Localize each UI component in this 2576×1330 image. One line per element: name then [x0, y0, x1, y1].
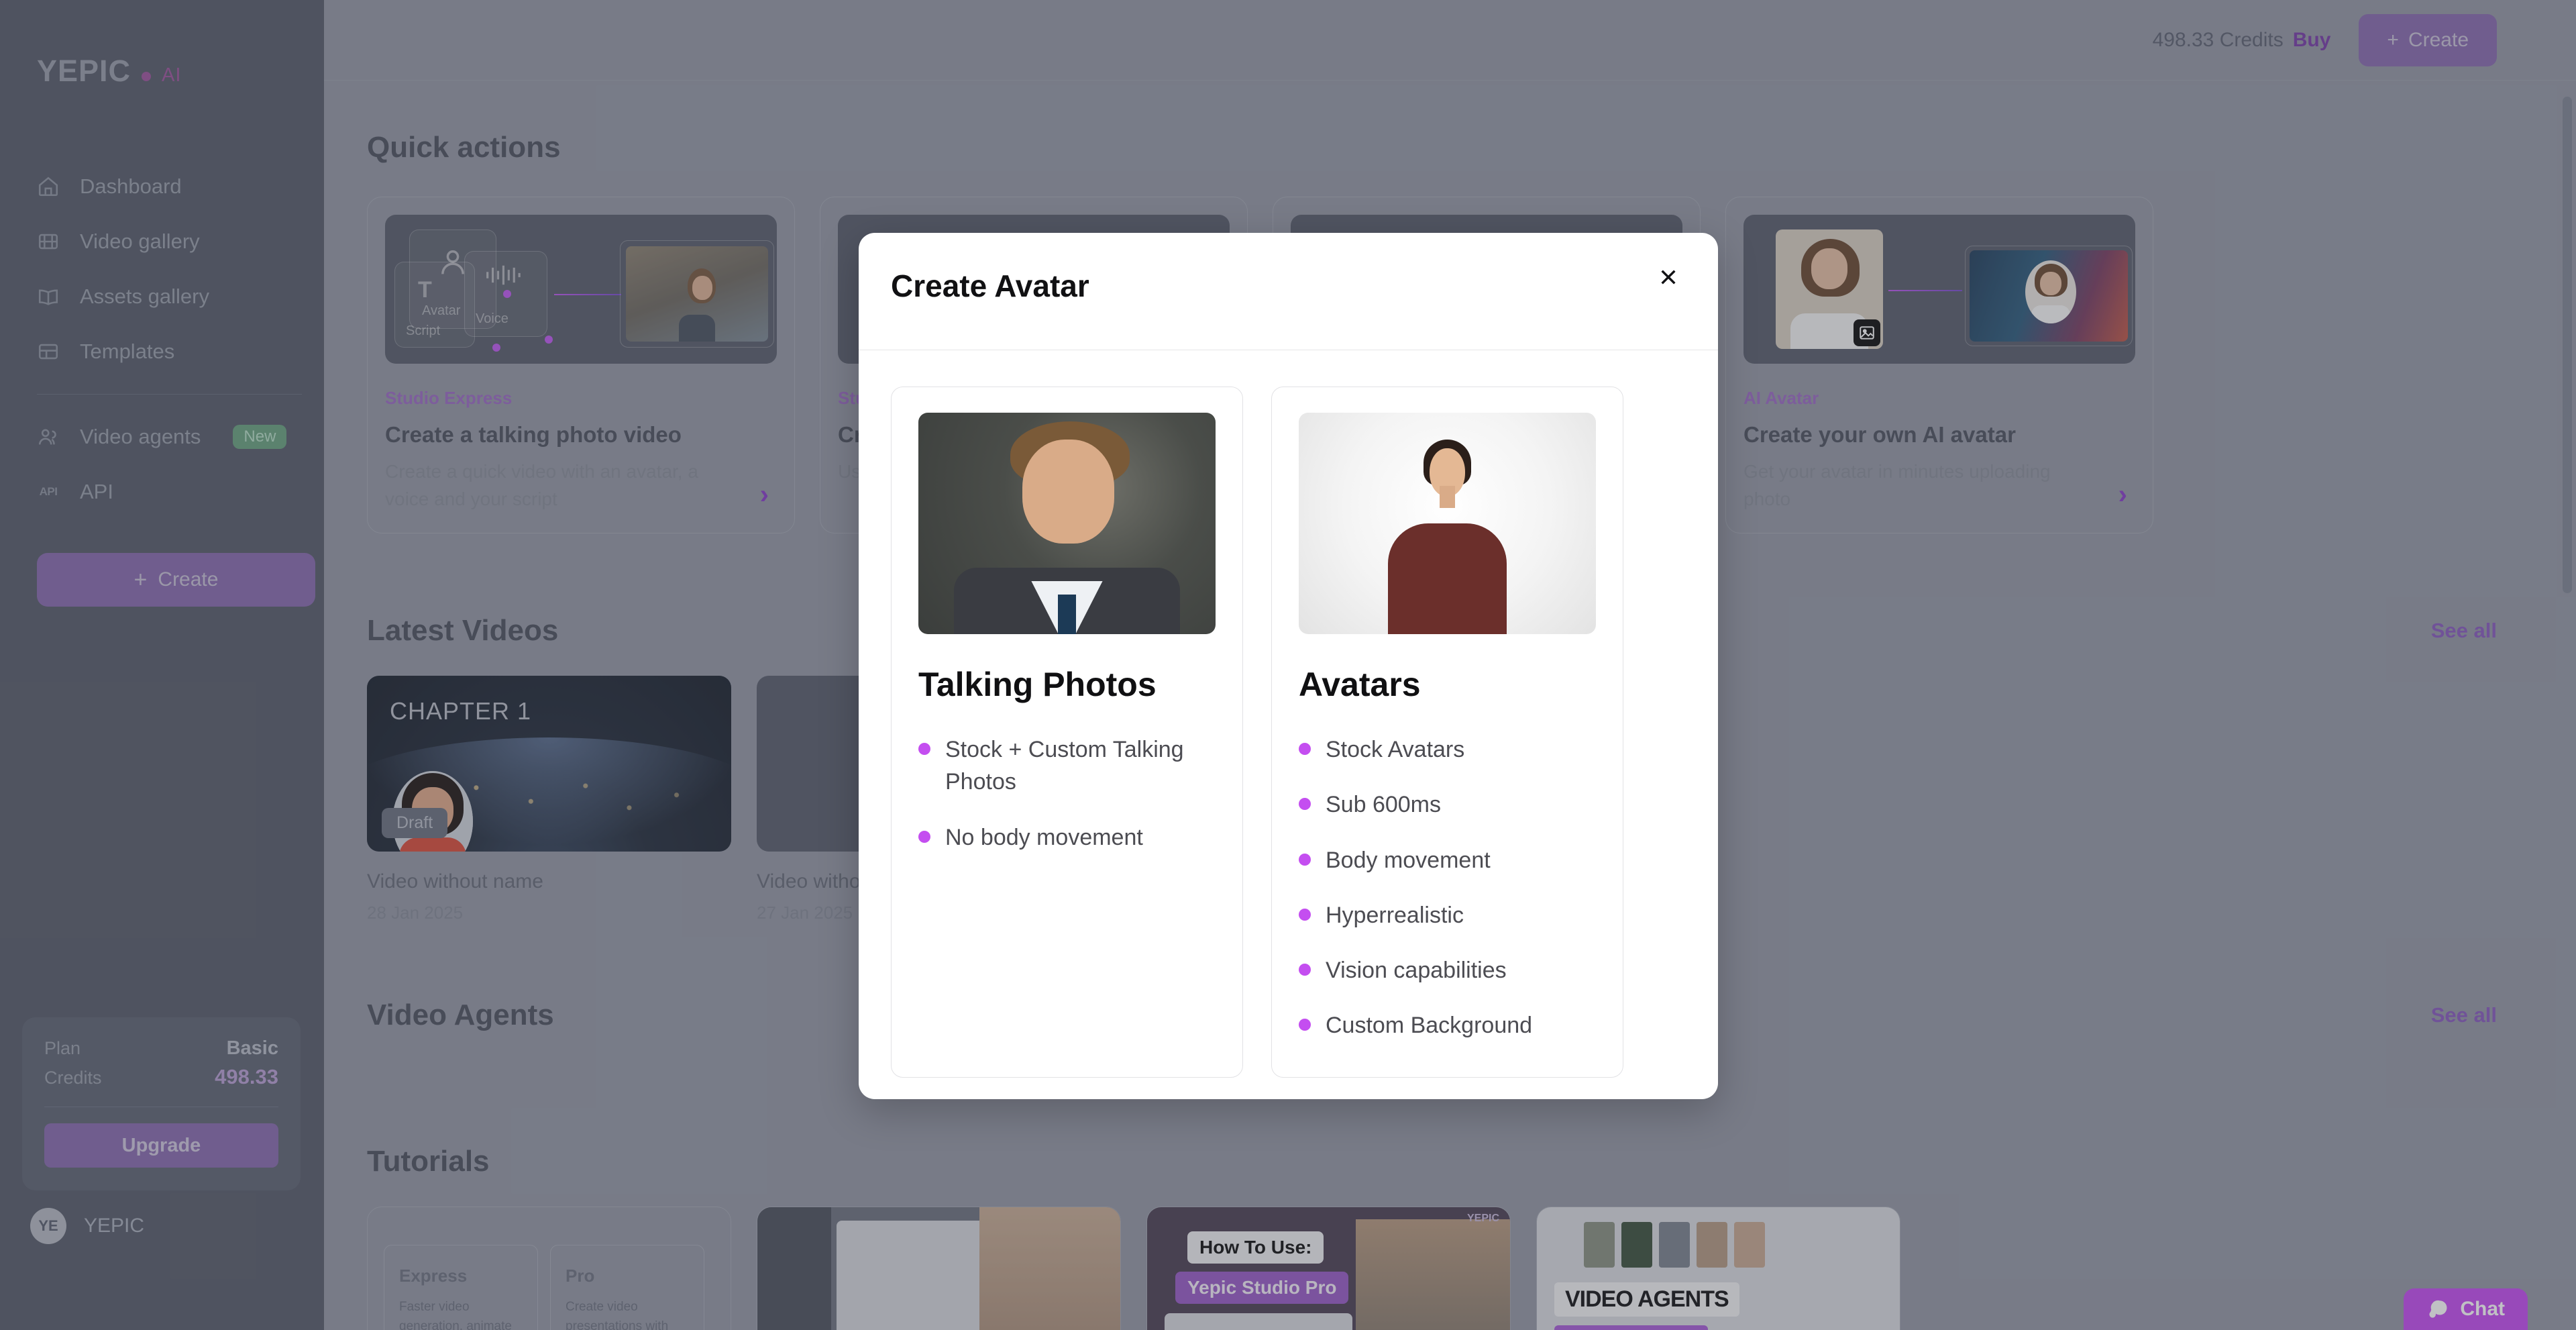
option-title: Avatars — [1299, 666, 1421, 703]
option-card-talking-photos[interactable]: Talking Photos Stock + Custom Talking Ph… — [891, 387, 1243, 1078]
feature-label: Custom Background — [1326, 1013, 1533, 1039]
feature-label: Stock Avatars — [1326, 737, 1465, 762]
option-title: Talking Photos — [918, 666, 1157, 703]
avatars-preview-image — [1299, 413, 1596, 634]
close-icon[interactable] — [1650, 258, 1687, 296]
feature-label: Sub 600ms — [1326, 792, 1441, 818]
talking-photos-preview-image — [918, 413, 1216, 634]
feature-label: Vision capabilities — [1326, 958, 1507, 984]
option-card-avatars[interactable]: Avatars Stock Avatars Sub 600ms Body mov… — [1271, 387, 1623, 1078]
bullet-icon — [918, 830, 930, 843]
feature-item: No body movement — [918, 821, 1216, 854]
male-portrait-face — [1022, 439, 1115, 544]
bullet-icon — [1299, 908, 1311, 921]
bullet-icon — [918, 743, 930, 755]
option-feature-list: Stock + Custom Talking Photos No body mo… — [918, 733, 1216, 854]
feature-item: Sub 600ms — [1299, 788, 1596, 821]
feature-item: Vision capabilities — [1299, 954, 1596, 986]
feature-label: No body movement — [945, 824, 1143, 850]
feature-label: Hyperrealistic — [1326, 902, 1464, 928]
female-portrait-blouse — [1387, 523, 1507, 634]
modal-body: Talking Photos Stock + Custom Talking Ph… — [859, 350, 1718, 1078]
bullet-icon — [1299, 964, 1311, 976]
feature-item: Hyperrealistic — [1299, 899, 1596, 931]
modal-header: Create Avatar — [859, 233, 1718, 350]
bullet-icon — [1299, 1019, 1311, 1031]
female-portrait-neck — [1440, 485, 1455, 508]
feature-item: Stock + Custom Talking Photos — [918, 733, 1216, 799]
feature-item: Stock Avatars — [1299, 733, 1596, 766]
feature-item: Body movement — [1299, 844, 1596, 876]
bullet-icon — [1299, 798, 1311, 811]
modal-title: Create Avatar — [891, 268, 1089, 303]
male-portrait-tie — [1058, 594, 1076, 634]
feature-label: Body movement — [1326, 847, 1491, 873]
feature-label: Stock + Custom Talking Photos — [945, 737, 1184, 795]
option-feature-list: Stock Avatars Sub 600ms Body movement Hy… — [1299, 733, 1596, 1042]
bullet-icon — [1299, 743, 1311, 755]
feature-item: Custom Background — [1299, 1009, 1596, 1041]
bullet-icon — [1299, 853, 1311, 866]
create-avatar-modal: Create Avatar Talking Photos Stock + Cus… — [859, 233, 1718, 1099]
